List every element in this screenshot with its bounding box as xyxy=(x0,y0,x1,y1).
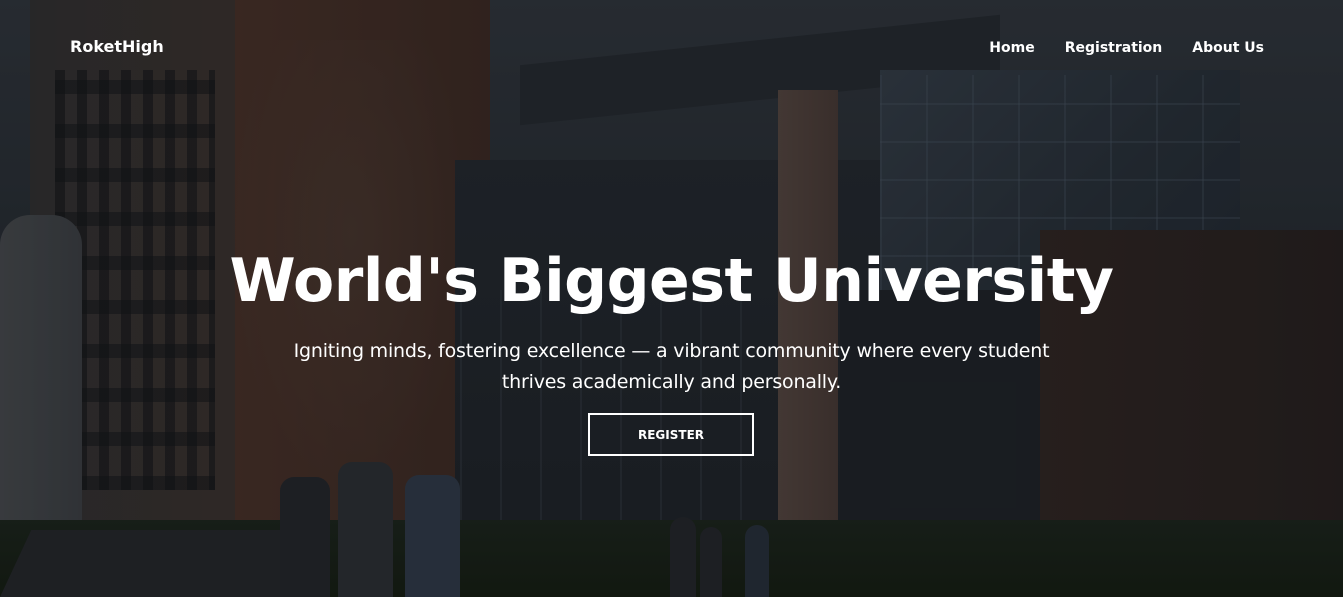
hero-subtitle: Igniting minds, fostering excellence — a… xyxy=(293,340,1050,393)
nav-link-home[interactable]: Home xyxy=(989,40,1034,56)
top-navbar: RoketHigh Home Registration About Us xyxy=(0,0,1343,96)
brand-logo-link[interactable]: RoketHigh xyxy=(70,37,164,56)
nav-item-registration: Registration xyxy=(1065,39,1163,57)
nav-link-about-us[interactable]: About Us xyxy=(1192,40,1264,56)
nav-links: Home Registration About Us xyxy=(989,39,1264,57)
nav-link-registration[interactable]: Registration xyxy=(1065,40,1163,56)
nav-item-about-us: About Us xyxy=(1192,39,1264,57)
hero-section: RoketHigh Home Registration About Us Wor… xyxy=(0,0,1343,597)
register-button[interactable]: REGISTER xyxy=(588,413,754,456)
hero-title: World's Biggest University xyxy=(229,246,1114,316)
nav-item-home: Home xyxy=(989,39,1034,57)
